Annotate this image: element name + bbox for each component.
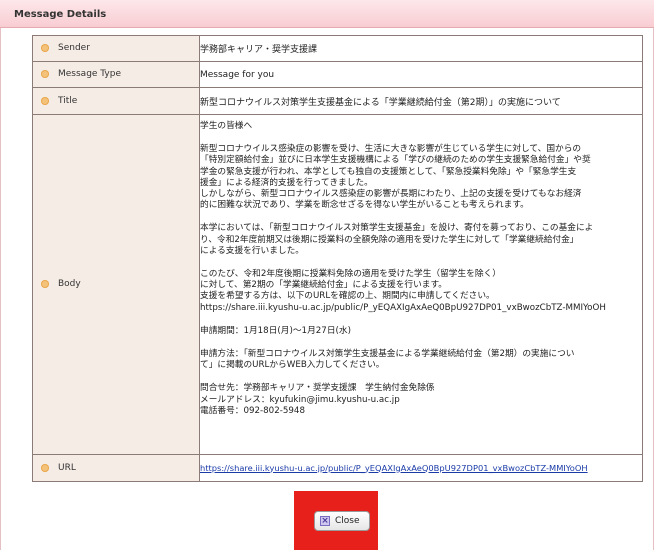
body-line: 的に困難な状況であり、学業を断念せざるを得ない学生がいることも考えられます。 <box>200 200 529 211</box>
contact-line: 問合せ先：学務部キャリア・奨学支援課 学生納付金免除係 <box>200 383 435 394</box>
body-line: 支援を希望する方は、以下のURLを確認の上、期間内に申請してください。 <box>200 291 495 302</box>
application-period: 申請期間：1月18日(月)～1月27日(水) <box>200 325 351 336</box>
url-value-cell: https://share.iii.kyushu-u.ac.jp/public/… <box>199 454 643 482</box>
table-row: Body 学生の皆様へ 新型コロナウイルス感染症の影響を受け、生活に大きな影響が… <box>32 114 643 455</box>
close-icon: × <box>320 516 330 526</box>
field-label-cell: Body <box>32 114 200 455</box>
field-label-cell: Message Type <box>32 61 200 88</box>
body-url-line: https://share.iii.kyushu-u.ac.jp/public/… <box>200 302 606 313</box>
field-label-cell: Title <box>32 87 200 115</box>
title-label: Title <box>58 95 78 106</box>
message-type-label: Message Type <box>58 69 121 80</box>
details-table: Sender 学務部キャリア・奨学支援課 Message Type Messag… <box>32 35 643 482</box>
url-label: URL <box>58 462 76 473</box>
body-line: 新型コロナウイルス感染症の影響を受け、生活に大きな影響が生じている学生に対して、… <box>200 144 582 155</box>
body-line: 学金の緊急支援が行われ、本学としても独自の支援策として、「緊急授業料免除」や「緊… <box>200 166 577 177</box>
sender-value: 学務部キャリア・奨学支援課 <box>199 35 643 62</box>
page-title: Message Details <box>14 9 107 20</box>
body-label: Body <box>58 279 81 290</box>
close-button[interactable]: × Close <box>314 511 370 531</box>
table-row: URL https://share.iii.kyushu-u.ac.jp/pub… <box>32 454 643 482</box>
bullet-icon <box>41 96 49 105</box>
table-row: Sender 学務部キャリア・奨学支援課 <box>32 35 643 62</box>
body-line: このたび、令和2年度後期に授業料免除の適用を受けた学生（留学生を除く） <box>200 269 501 280</box>
details-panel: Sender 学務部キャリア・奨学支援課 Message Type Messag… <box>0 28 654 550</box>
message-type-value: Message for you <box>199 61 643 88</box>
body-greeting: 学生の皆様へ <box>200 121 253 131</box>
sender-label: Sender <box>58 43 90 54</box>
contact-email: メールアドレス：kyufukin@jimu.kyushu-u.ac.jp <box>200 394 400 405</box>
title-value: 新型コロナウイルス対策学生支援基金による「学業継続給付金（第2期）」の実施につい… <box>199 87 643 115</box>
body-line: て」に掲載のURLからWEB入力してください。 <box>200 360 385 371</box>
body-line: 援金」による経済的支援を行ってきました。 <box>200 177 373 188</box>
url-link[interactable]: https://share.iii.kyushu-u.ac.jp/public/… <box>200 463 588 473</box>
body-line: り、令和2年度前期又は後期に授業料の全額免除の適用を受けた学生に対して「学業継続… <box>200 234 579 245</box>
table-row: Title 新型コロナウイルス対策学生支援基金による「学業継続給付金（第2期）」… <box>32 87 643 115</box>
bullet-icon <box>41 44 49 53</box>
field-label-cell: URL <box>32 454 200 482</box>
body-line: 「特別定額給付金」並びに日本学生支援機構による「学びの継続のための学生支援緊急給… <box>200 155 591 166</box>
body-line: に対して、第2期の「学業継続給付金」による支援を行います。 <box>200 280 447 291</box>
field-label-cell: Sender <box>32 35 200 62</box>
body-line: しかしながら、新型コロナウイルス感染症の影響が長期にわたり、上記の支援を受けても… <box>200 189 582 200</box>
close-label: Close <box>335 516 360 526</box>
message-details-header: Message Details <box>0 0 654 28</box>
bullet-icon <box>41 70 49 79</box>
bullet-icon <box>41 280 49 289</box>
table-row: Message Type Message for you <box>32 61 643 88</box>
body-line: 申請方法：「新型コロナウイルス対策学生支援基金による学業継続給付金（第2期）の実… <box>200 349 575 360</box>
close-highlight: × Close <box>294 491 378 550</box>
body-line: 本学においては、「新型コロナウイルス対策学生支援基金」を設け、寄付を募っており、… <box>200 223 594 234</box>
body-value: 学生の皆様へ 新型コロナウイルス感染症の影響を受け、生活に大きな影響が生じている… <box>199 114 643 455</box>
bullet-icon <box>41 463 49 472</box>
body-line: による支援を行いました。 <box>200 245 304 256</box>
contact-phone: 電話番号：092-802-5948 <box>200 405 305 416</box>
